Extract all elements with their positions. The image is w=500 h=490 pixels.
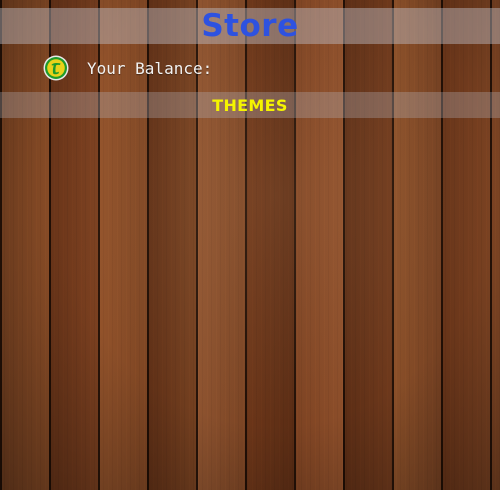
store-title: Store xyxy=(201,8,299,44)
store-header: Store xyxy=(0,8,500,44)
themes-section-header[interactable]: THEMES xyxy=(0,92,500,118)
coin-icon xyxy=(43,55,69,81)
balance-row: Your Balance: xyxy=(43,54,212,82)
balance-label: Your Balance: xyxy=(87,58,213,78)
themes-section-label: THEMES xyxy=(212,95,288,115)
